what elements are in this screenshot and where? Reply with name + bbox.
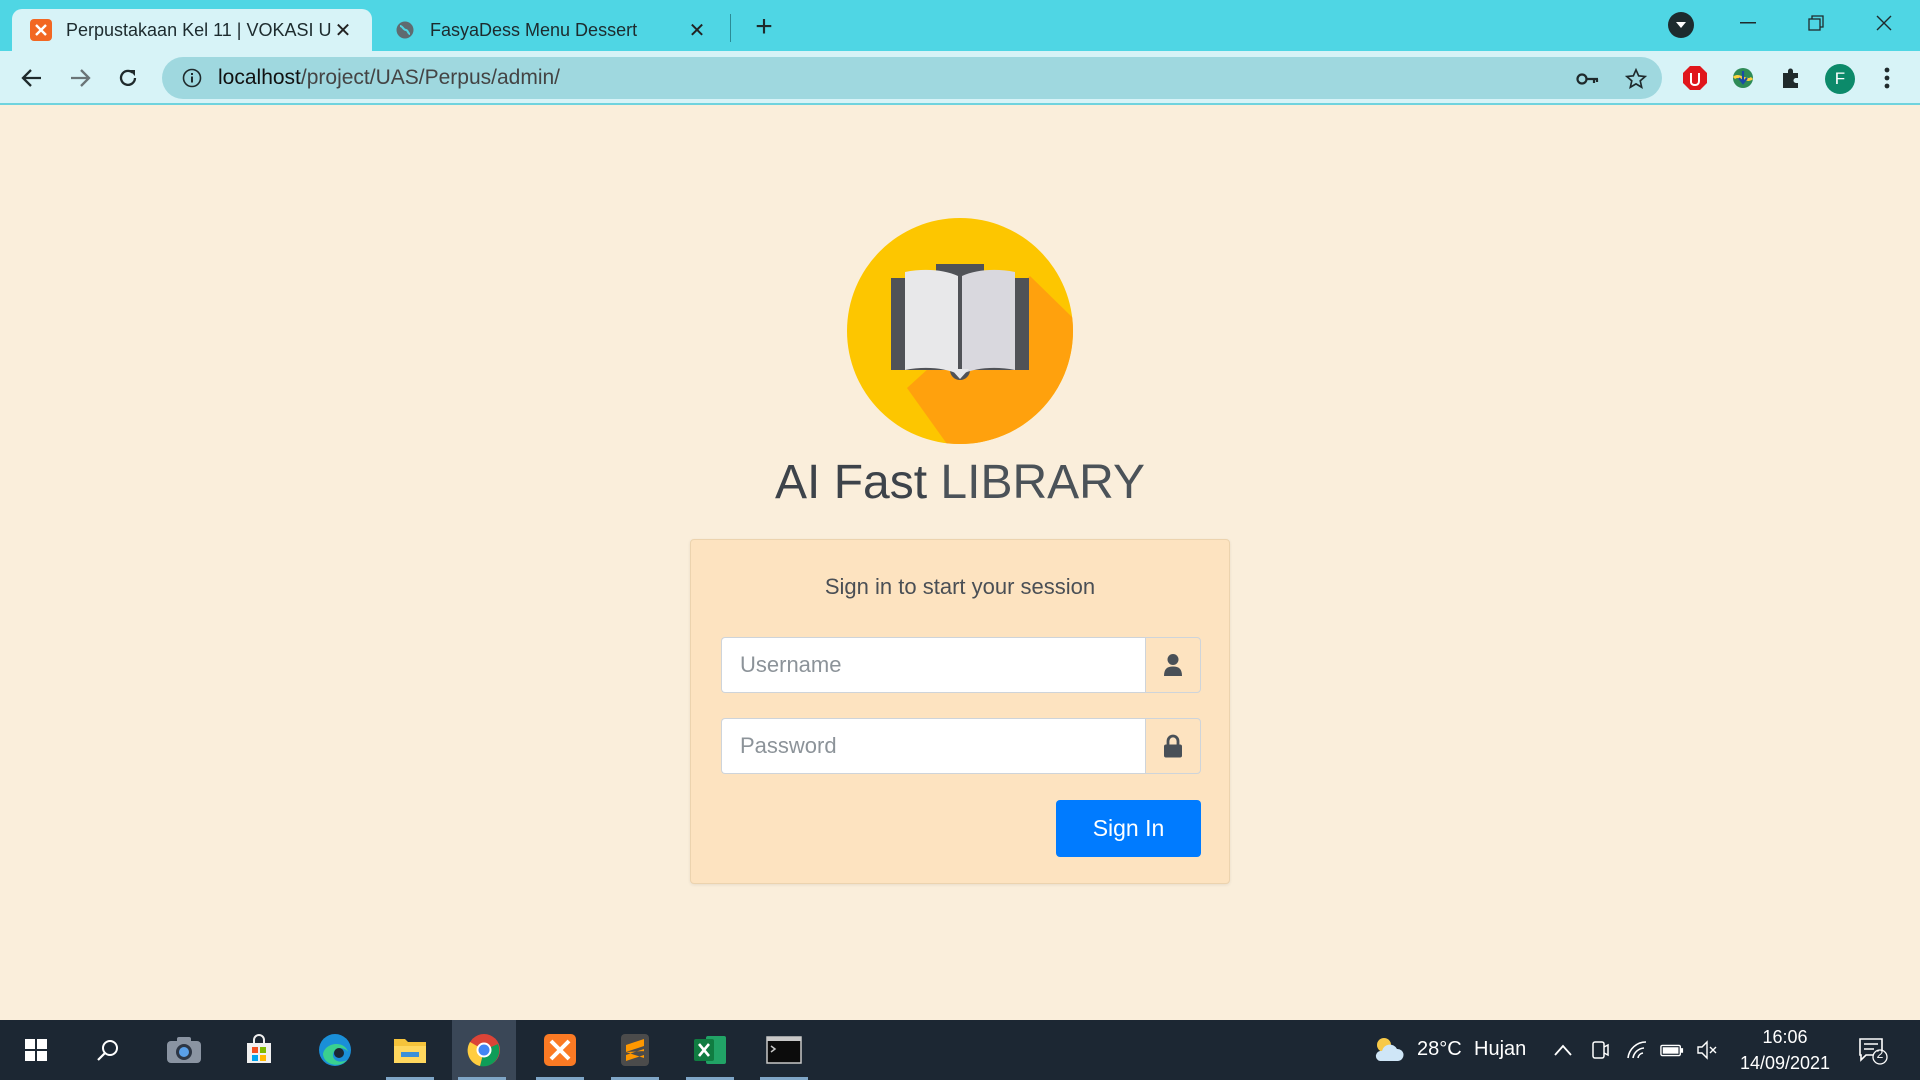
xampp-icon[interactable] (530, 1020, 590, 1080)
weather-temperature[interactable]: 28°C (1417, 1038, 1462, 1061)
windows-taskbar: 28°C Hujan 16:06 14/09/2021 2 (0, 1020, 1920, 1080)
tab-title: Perpustakaan Kel 11 | VOKASI UB (66, 19, 332, 40)
back-button[interactable] (14, 60, 50, 96)
password-group (721, 718, 1201, 774)
more-menu-icon[interactable] (1873, 64, 1901, 92)
new-tab-button[interactable]: + (748, 12, 780, 44)
restore-button[interactable] (1786, 8, 1846, 38)
login-card: Sign in to start your session Sign In (690, 539, 1230, 884)
user-icon (1145, 637, 1201, 693)
puzzle-extensions-icon[interactable] (1777, 64, 1805, 92)
brand-light: LIBRARY (940, 456, 1145, 509)
xampp-icon (30, 19, 52, 41)
username-input[interactable] (721, 637, 1145, 693)
address-bar[interactable]: localhost/project/UAS/Perpus/admin/ (162, 57, 1662, 99)
sublime-text-icon[interactable] (605, 1020, 665, 1080)
forward-button[interactable] (62, 60, 98, 96)
tab-search-icon[interactable] (1668, 12, 1694, 38)
url-host: localhost (218, 66, 301, 89)
windows-start-icon[interactable] (6, 1020, 66, 1080)
profile-avatar[interactable]: F (1825, 64, 1855, 94)
sign-in-button[interactable]: Sign In (1056, 800, 1201, 857)
meet-now-icon[interactable] (1588, 1038, 1612, 1062)
tab-separator (730, 14, 731, 42)
password-input[interactable] (721, 718, 1145, 774)
bookmark-star-icon[interactable] (1624, 67, 1648, 91)
username-group (721, 637, 1201, 693)
store-icon[interactable] (229, 1020, 289, 1080)
minimize-button[interactable] (1718, 8, 1778, 38)
chevron-up-icon[interactable] (1551, 1038, 1575, 1062)
edge-icon[interactable] (305, 1020, 365, 1080)
close-icon[interactable]: ✕ (686, 19, 708, 42)
weather-description[interactable]: Hujan (1474, 1038, 1526, 1061)
tab-perpustakaan[interactable]: Perpustakaan Kel 11 | VOKASI UB ✕ (12, 9, 372, 51)
login-page: AI Fast LIBRARY Sign in to start your se… (0, 107, 1920, 1020)
url-path: /project/UAS/Perpus/admin/ (300, 66, 561, 89)
key-icon[interactable] (1576, 67, 1600, 91)
speaker-muted-icon[interactable] (1695, 1038, 1719, 1062)
adblock-extension-icon[interactable] (1681, 64, 1709, 92)
notification-count: 2 (1876, 1047, 1884, 1061)
close-window-button[interactable] (1854, 8, 1914, 38)
battery-icon[interactable] (1660, 1038, 1684, 1062)
file-explorer-icon[interactable] (380, 1020, 440, 1080)
clock-date: 14/09/2021 (1739, 1053, 1831, 1073)
wifi-icon[interactable] (1625, 1038, 1649, 1062)
clock-time: 16:06 (1762, 1027, 1808, 1047)
search-icon[interactable] (78, 1020, 138, 1080)
download-manager-extension-icon[interactable] (1729, 64, 1757, 92)
clock[interactable]: 16:06 14/09/2021 (1720, 1024, 1850, 1076)
close-icon[interactable]: ✕ (332, 19, 354, 42)
excel-icon[interactable] (680, 1020, 740, 1080)
info-icon[interactable] (180, 66, 204, 90)
camera-icon[interactable] (154, 1020, 214, 1080)
tab-fasyadess[interactable]: FasyaDess Menu Dessert ✕ (376, 9, 726, 51)
session-message: Sign in to start your session (824, 574, 1096, 599)
reload-button[interactable] (110, 60, 146, 96)
terminal-icon[interactable] (754, 1020, 814, 1080)
notification-center-icon[interactable]: 2 (1858, 1036, 1888, 1066)
browser-toolbar: localhost/project/UAS/Perpus/admin/ F (0, 51, 1920, 105)
weather-rain-icon[interactable] (1372, 1034, 1404, 1064)
brand-bold: AI Fast (775, 456, 928, 509)
tab-title: FasyaDess Menu Dessert (430, 19, 638, 40)
globe-icon (394, 19, 416, 41)
book-logo-icon (847, 218, 1073, 444)
browser-tab-bar: Perpustakaan Kel 11 | VOKASI UB ✕ FasyaD… (0, 0, 1920, 51)
lock-icon (1145, 718, 1201, 774)
chrome-icon[interactable] (452, 1020, 516, 1080)
brand-title: AI Fast LIBRARY (0, 455, 1920, 510)
